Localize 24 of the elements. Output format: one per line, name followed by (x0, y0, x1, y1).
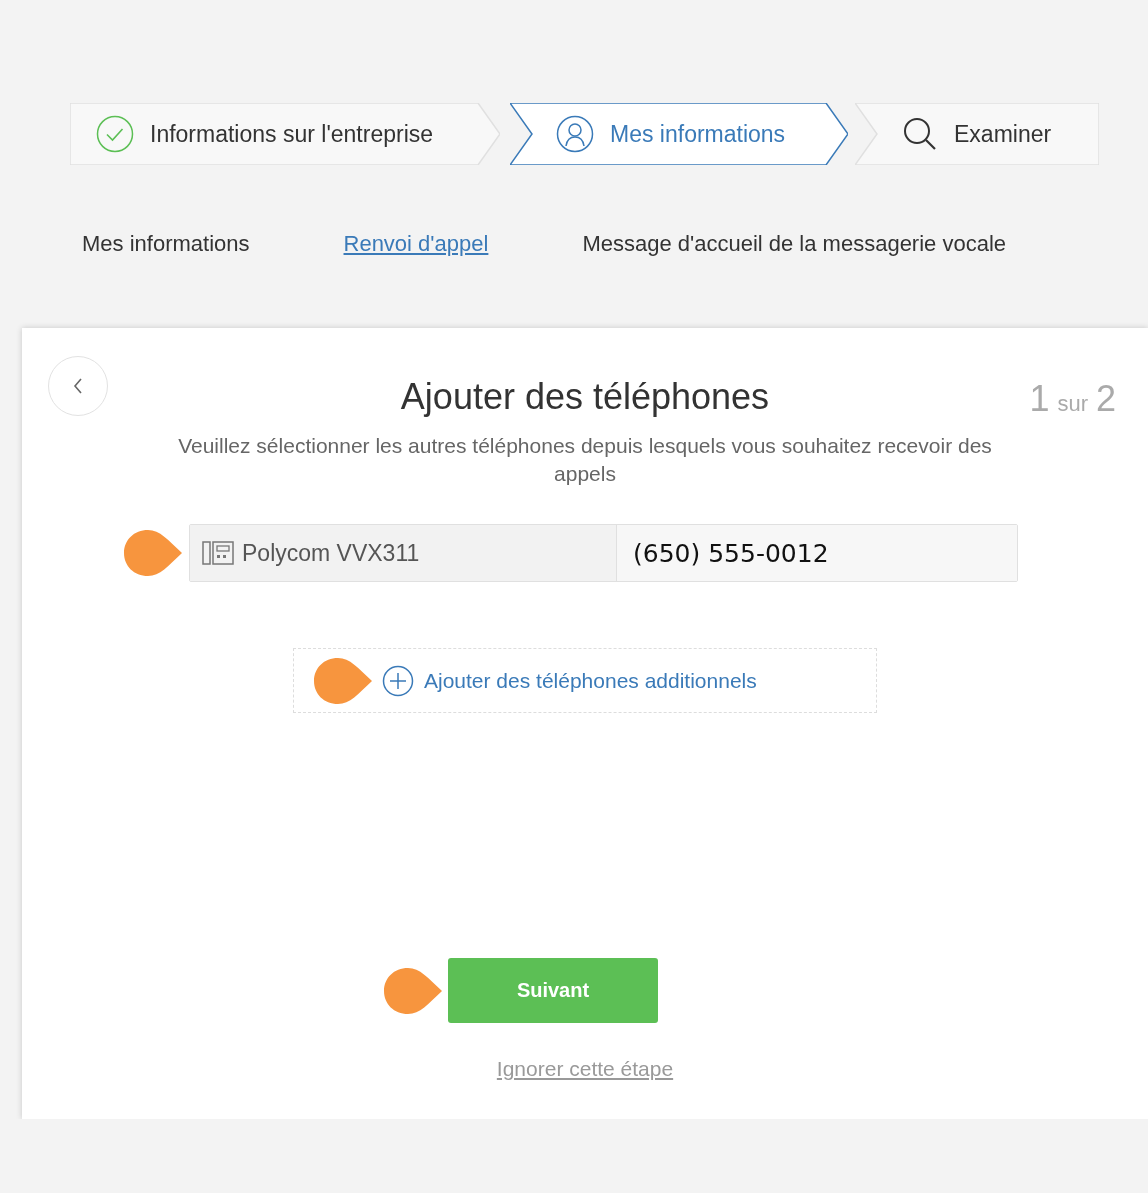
desk-phone-icon (202, 540, 234, 566)
subnav-link[interactable]: Mes informations (82, 231, 250, 257)
callout-marker (312, 655, 374, 706)
device-name: Polycom VVX311 (242, 539, 420, 567)
chevron-left-icon (73, 378, 83, 394)
subnav-link[interactable]: Message d'accueil de la messagerie vocale (582, 231, 1007, 257)
phone-field[interactable]: Polycom VVX311 (650) 555-0012 (189, 524, 1018, 582)
plus-circle-icon (382, 664, 414, 697)
search-icon (902, 116, 938, 152)
step-separator: sur (1057, 391, 1088, 417)
step-number: 1 (1029, 378, 1050, 420)
step-tab[interactable]: Informations sur l'entreprise (70, 103, 500, 165)
step-tab[interactable]: Examiner (855, 103, 1099, 165)
instructions-text: Veuillez sélectionner les autres téléphones depuis lesquels vous souhaitez recevoir des appels (177, 433, 993, 487)
phone-number: (650) 555-0012 (617, 525, 1017, 581)
callout-marker (122, 528, 184, 578)
callout-marker (382, 965, 444, 1016)
check-circle-icon (96, 115, 134, 153)
add-phones-button[interactable]: Ajouter des téléphones additionnels (382, 664, 757, 697)
step-total: 2 (1095, 378, 1116, 420)
page-title: Ajouter des téléphones (400, 375, 770, 418)
user-icon (556, 115, 594, 153)
subnav-link[interactable]: Renvoi d'appel (343, 231, 489, 257)
step-tab[interactable]: Mes informations (510, 103, 848, 165)
